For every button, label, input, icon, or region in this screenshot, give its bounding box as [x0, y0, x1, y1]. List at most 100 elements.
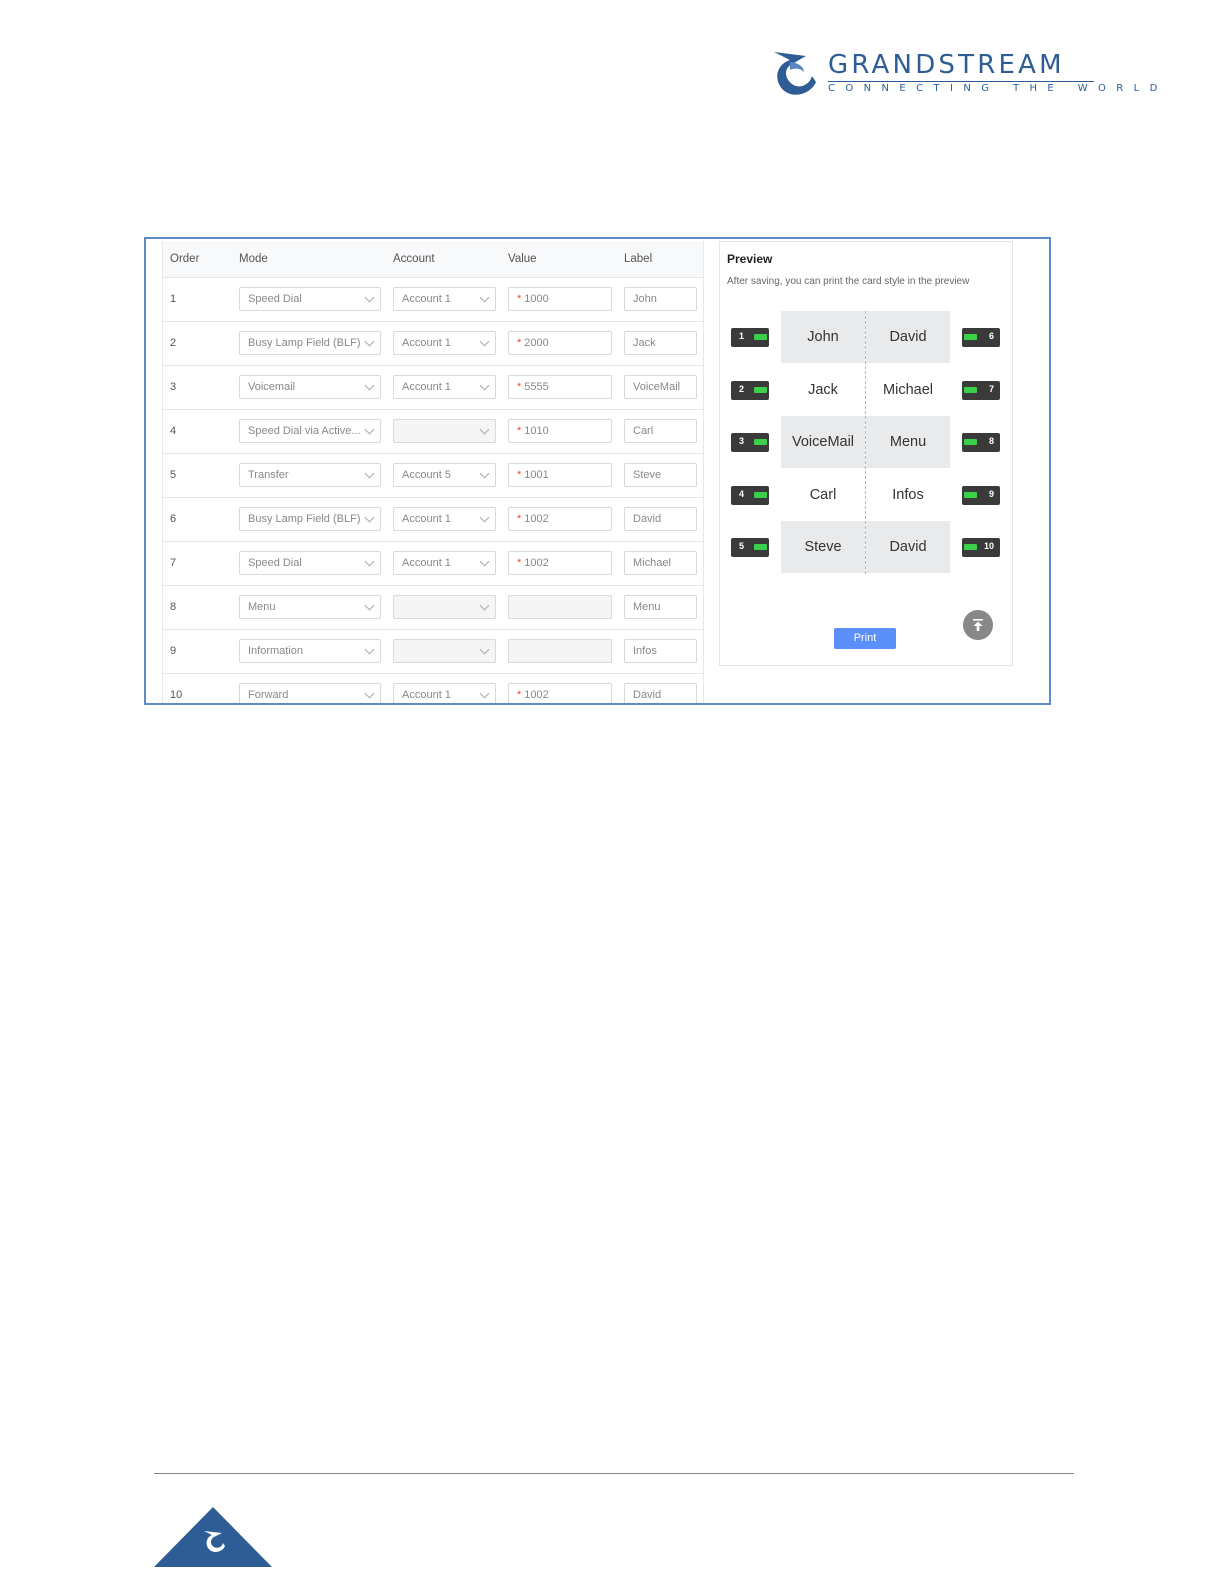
card-label-right: David [866, 521, 950, 574]
label-input[interactable]: Menu [624, 595, 697, 619]
account-select[interactable] [393, 419, 496, 443]
account-select[interactable]: Account 1 [393, 287, 496, 311]
account-select[interactable]: Account 1 [393, 331, 496, 355]
account-select[interactable]: Account 1 [393, 375, 496, 399]
led-indicator-icon [754, 439, 767, 446]
mode-value: Speed Dial [248, 557, 302, 569]
mode-select[interactable]: Information [239, 639, 381, 663]
header-account: Account [393, 253, 435, 265]
card-label-left: Carl [809, 486, 837, 503]
mode-select[interactable]: Voicemail [239, 375, 381, 399]
chevron-down-icon [479, 424, 490, 435]
account-select[interactable]: Account 1 [393, 683, 496, 703]
preview-panel: Preview After saving, you can print the … [719, 241, 1013, 666]
led-indicator-icon [754, 491, 767, 498]
card-label-left: VoiceMail [781, 416, 865, 469]
table-row: 5 Transfer Account 5 * 1001 Steve [163, 454, 703, 498]
chevron-down-icon [364, 468, 375, 479]
paper-card: John Jack VoiceMail Carl Steve David Michael Me… [781, 311, 950, 574]
account-value: Account 1 [402, 337, 451, 349]
required-asterisk: * [517, 425, 522, 437]
card-label-left: Jack [808, 381, 838, 398]
table-body: 1 Speed Dial Account 1 * 1000 John 2 Busy Lamp … [163, 278, 703, 703]
brand-name: GRANDSTREAM [828, 50, 1065, 80]
key-number: 6 [988, 331, 994, 341]
mode-select[interactable]: Busy Lamp Field (BLF) [239, 507, 381, 531]
chevron-down-icon [479, 468, 490, 479]
table-row: 6 Busy Lamp Field (BLF) Account 1 * 1002 Davi… [163, 498, 703, 542]
label-text: John [633, 293, 657, 305]
row-order: 6 [170, 513, 177, 525]
key-number: 4 [739, 488, 745, 499]
label-input[interactable]: Infos [624, 639, 697, 663]
account-select[interactable]: Account 1 [393, 551, 496, 575]
account-select[interactable] [393, 639, 496, 663]
value-input[interactable]: * 1000 [508, 287, 612, 311]
label-input[interactable]: Michael [624, 551, 697, 575]
line-key: 10 [962, 538, 1000, 558]
label-input[interactable]: David [624, 507, 697, 531]
label-input[interactable]: Jack [624, 331, 697, 355]
value-input[interactable]: * 1002 [508, 507, 612, 531]
mode-select[interactable]: Busy Lamp Field (BLF) [239, 331, 381, 355]
chevron-down-icon [479, 336, 490, 347]
mode-select[interactable]: Speed Dial via Active... [239, 419, 381, 443]
mode-select[interactable]: Menu [239, 595, 381, 619]
account-value: Account 5 [402, 469, 451, 481]
account-select[interactable]: Account 5 [393, 463, 496, 487]
value-input[interactable]: * 2000 [508, 331, 612, 355]
label-input[interactable]: John [624, 287, 697, 311]
line-key: 3 [731, 433, 769, 453]
key-number: 5 [739, 541, 745, 552]
row-order: 5 [170, 469, 177, 481]
required-asterisk: * [517, 513, 522, 525]
required-asterisk: * [517, 469, 522, 481]
value-text: 1000 [524, 293, 549, 305]
value-input[interactable]: * 1002 [508, 551, 612, 575]
back-to-top-button[interactable] [963, 610, 993, 640]
value-input[interactable]: * 5555 [508, 375, 612, 399]
required-asterisk: * [517, 381, 522, 393]
mode-select[interactable]: Forward [239, 683, 381, 703]
chevron-down-icon [479, 688, 490, 699]
row-order: 2 [170, 337, 177, 349]
account-select[interactable] [393, 595, 496, 619]
account-select[interactable]: Account 1 [393, 507, 496, 531]
value-text: 1002 [524, 689, 549, 701]
label-text: Infos [633, 645, 657, 657]
value-input[interactable]: * 1001 [508, 463, 612, 487]
value-text: 1002 [524, 557, 549, 569]
label-input[interactable]: David [624, 683, 697, 703]
table-header: Order Mode Account Value Label [163, 241, 703, 278]
chevron-down-icon [364, 424, 375, 435]
row-order: 10 [170, 689, 183, 701]
table-row: 4 Speed Dial via Active... * 1010 Carl [163, 410, 703, 454]
mode-value: Voicemail [248, 381, 296, 393]
account-value: Account 1 [402, 381, 451, 393]
table-row: 2 Busy Lamp Field (BLF) Account 1 * 2000 Jack [163, 322, 703, 366]
mode-select[interactable]: Speed Dial [239, 287, 381, 311]
screenshot-frame: Order Mode Account Value Label 1 Speed Di… [144, 237, 1051, 705]
mode-select[interactable]: Transfer [239, 463, 381, 487]
print-button[interactable]: Print [834, 628, 896, 649]
value-input[interactable]: * 1002 [508, 683, 612, 703]
value-input[interactable]: * 1010 [508, 419, 612, 443]
label-input[interactable]: Steve [624, 463, 697, 487]
card-label-right: David [866, 311, 950, 363]
mode-select[interactable]: Speed Dial [239, 551, 381, 575]
value-input[interactable] [508, 595, 612, 619]
table-row: 9 Information Infos [163, 630, 703, 674]
mode-value: Busy Lamp Field (BLF) [248, 337, 361, 349]
footer-divider [154, 1473, 1074, 1474]
card-label-right: Menu [866, 416, 950, 469]
card-label-right: Infos [892, 486, 924, 503]
label-input[interactable]: Carl [624, 419, 697, 443]
line-key: 2 [731, 380, 769, 400]
chevron-down-icon [364, 512, 375, 523]
value-text: 1001 [524, 469, 549, 481]
table-row: 7 Speed Dial Account 1 * 1002 Michael [163, 542, 703, 586]
chevron-down-icon [479, 600, 490, 611]
label-input[interactable]: VoiceMail [624, 375, 697, 399]
table-row: 10 Forward Account 1 * 1002 David [163, 674, 703, 703]
value-input[interactable] [508, 639, 612, 663]
